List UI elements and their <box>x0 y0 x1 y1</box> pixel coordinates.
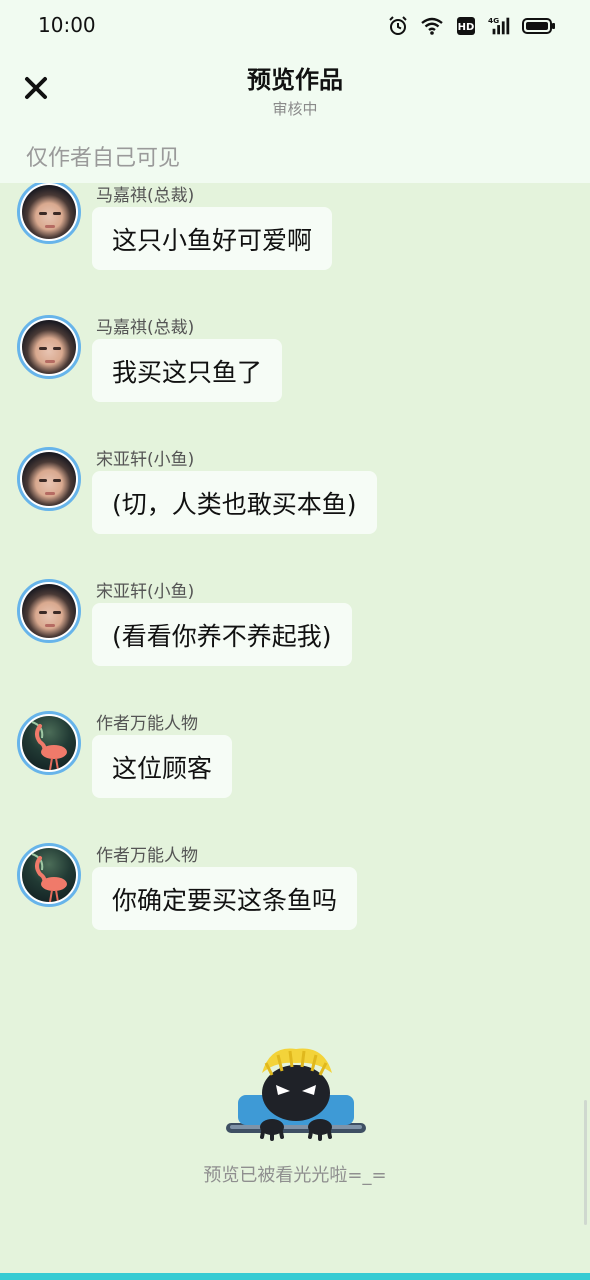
page-title: 预览作品 <box>247 66 343 94</box>
sender-name: 马嘉祺(总裁) <box>96 318 195 338</box>
status-icons: HD 4G <box>386 14 556 38</box>
signal-4g-icon: 4G <box>488 14 512 38</box>
sender-name: 作者万能人物 <box>96 714 198 734</box>
avatar[interactable] <box>17 315 81 379</box>
avatar[interactable] <box>17 183 81 244</box>
message-bubble[interactable]: (看看你养不养起我) <box>92 603 352 666</box>
bottom-accent-bar <box>0 1273 590 1280</box>
message-bubble[interactable]: (切，人类也敢买本鱼) <box>92 471 377 534</box>
chat-message: 马嘉祺(总裁) 这只小鱼好可爱啊 <box>0 183 590 303</box>
message-bubble[interactable]: 这只小鱼好可爱啊 <box>92 207 333 270</box>
alarm-icon <box>386 14 410 38</box>
scrollbar[interactable] <box>584 1100 587 1225</box>
chat-message: 作者万能人物 这位顾客 <box>0 711 590 831</box>
end-message: 预览已被看光光啦=_= <box>203 1165 387 1186</box>
flamingo-icon <box>31 853 67 902</box>
chat-list[interactable]: 马嘉祺(总裁) 这只小鱼好可爱啊 马嘉祺(总裁) 我买这只鱼了 宋亚轩(小鱼) … <box>0 183 590 1003</box>
sender-name: 作者万能人物 <box>96 846 198 866</box>
mascot-icon <box>226 1048 366 1141</box>
hd-icon: HD <box>454 14 478 38</box>
flamingo-icon <box>31 721 67 770</box>
svg-text:HD: HD <box>458 22 475 33</box>
header: 预览作品 审核中 <box>0 52 590 128</box>
message-bubble[interactable]: 这位顾客 <box>92 735 233 798</box>
avatar[interactable] <box>17 711 81 775</box>
status-bar: 10:00 HD 4G <box>0 0 590 52</box>
avatar[interactable] <box>17 579 81 643</box>
status-time: 10:00 <box>38 13 96 37</box>
message-bubble[interactable]: 你确定要买这条鱼吗 <box>92 867 358 930</box>
top-area: 10:00 HD 4G 预览作品 审核中 仅作者自己可见 <box>0 0 590 183</box>
chat-message: 宋亚轩(小鱼) (切，人类也敢买本鱼) <box>0 447 590 567</box>
sender-name: 宋亚轩(小鱼) <box>96 450 195 470</box>
wifi-icon <box>420 14 444 38</box>
sender-name: 马嘉祺(总裁) <box>96 186 195 206</box>
visibility-note: 仅作者自己可见 <box>26 146 181 171</box>
chat-message: 宋亚轩(小鱼) (看看你养不养起我) <box>0 579 590 699</box>
sender-name: 宋亚轩(小鱼) <box>96 582 195 602</box>
end-of-preview: 预览已被看光光啦=_= <box>0 1045 590 1195</box>
chat-message: 马嘉祺(总裁) 我买这只鱼了 <box>0 315 590 435</box>
svg-text:4G: 4G <box>488 16 499 25</box>
battery-icon <box>522 14 556 38</box>
chat-message: 作者万能人物 你确定要买这条鱼吗 <box>0 843 590 963</box>
avatar[interactable] <box>17 843 81 907</box>
review-status: 审核中 <box>272 100 318 118</box>
message-bubble[interactable]: 我买这只鱼了 <box>92 339 283 402</box>
avatar[interactable] <box>17 447 81 511</box>
